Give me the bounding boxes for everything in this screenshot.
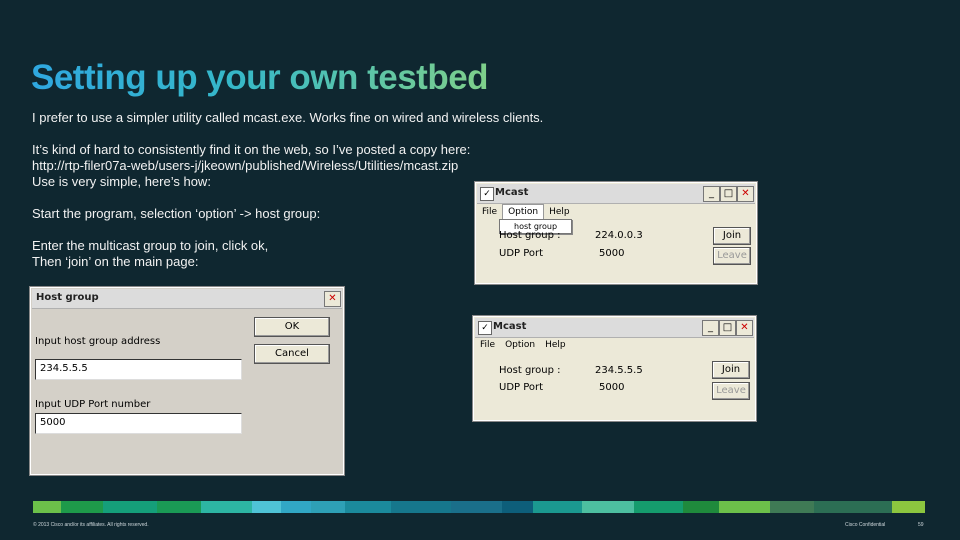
mcast-window-top: ✓ Mcast _ □ ✕ File Option Help host group … [474,181,758,285]
intro-text: I prefer to use a simpler utility called… [32,110,544,125]
strip-segment [582,501,634,513]
strip-segment [633,501,683,513]
menu-option[interactable]: Option [502,204,545,220]
window-title: Mcast [493,321,527,332]
strip-segment [252,501,281,513]
maximize-icon[interactable]: □ [719,320,736,336]
dialog-title: Host group [36,292,99,303]
page-number: 59 [918,522,924,528]
app-icon: ✓ [478,321,492,335]
join-button[interactable]: Join [712,361,750,379]
strip-segment [280,501,312,513]
close-icon[interactable]: ✕ [736,320,753,336]
step-enter-text: Enter the multicast group to join, click… [32,238,269,253]
udp-port-value: 5000 [599,382,625,393]
menu-file[interactable]: File [475,338,500,352]
leave-button[interactable]: Leave [712,382,750,400]
menu-help[interactable]: Help [540,338,571,352]
strip-segment [33,501,62,513]
usage-text: Use is very simple, here’s how: [32,174,211,189]
mcast-titlebar[interactable]: ✓ Mcast _ □ ✕ [477,184,755,204]
copyright-text: © 2013 Cisco and/or its affiliates. All … [33,522,149,528]
host-group-address-input[interactable]: 234.5.5.5 [35,359,242,380]
dialog-titlebar[interactable]: Host group ✕ [32,289,342,309]
strip-segment [156,501,201,513]
menu-option[interactable]: Option [500,338,540,352]
strip-segment [102,501,157,513]
host-group-value: 234.5.5.5 [595,365,643,376]
strip-segment [891,501,926,513]
footer-color-strip [33,501,926,513]
join-button[interactable]: Join [713,227,751,245]
strip-segment [311,501,345,513]
strip-segment [344,501,392,513]
strip-segment [770,501,815,513]
menu-file[interactable]: File [477,205,502,219]
mcast-titlebar[interactable]: ✓ Mcast _ □ ✕ [475,318,754,338]
address-label: Input host group address [35,336,161,347]
slide-title: Setting up your own testbed [31,58,489,97]
close-icon[interactable]: ✕ [324,291,341,307]
close-icon[interactable]: ✕ [737,186,754,202]
leave-button[interactable]: Leave [713,247,751,265]
host-group-value: 224.0.0.3 [595,230,643,241]
udp-port-input[interactable]: 5000 [35,413,242,434]
strip-segment [200,501,253,513]
strip-segment [682,501,719,513]
download-url[interactable]: http://rtp-filer07a-web/users-j/jkeown/p… [32,158,458,174]
menu-help[interactable]: Help [544,205,575,219]
menu-bar: File Option Help [475,338,754,354]
minimize-icon[interactable]: _ [703,186,720,202]
web-note-text: It’s kind of hard to consistently find i… [32,142,471,157]
minimize-icon[interactable]: _ [702,320,719,336]
port-label: Input UDP Port number [35,399,151,410]
step-join-text: Then ‘join’ on the main page: [32,254,199,269]
confidential-text: Cisco Confidential [845,522,886,528]
window-title: Mcast [495,187,529,198]
strip-segment [502,501,534,513]
strip-segment [61,501,103,513]
ok-button[interactable]: OK [254,317,330,337]
strip-segment [718,501,771,513]
host-group-label: Host group : [499,365,561,376]
cancel-button[interactable]: Cancel [254,344,330,364]
strip-segment [450,501,503,513]
udp-port-label: UDP Port [499,382,544,393]
strip-segment [814,501,892,513]
strip-segment [533,501,583,513]
app-icon: ✓ [480,187,494,201]
host-group-label: Host group : [499,230,561,241]
strip-segment [391,501,451,513]
menu-bar: File Option Help [477,204,755,220]
step-start-text: Start the program, selection ‘option’ ->… [32,206,321,221]
mcast-window-bottom: ✓ Mcast _ □ ✕ File Option Help Host group … [472,315,757,422]
host-group-dialog: Host group ✕ OK Cancel Input host group … [29,286,345,476]
udp-port-value: 5000 [599,248,625,259]
maximize-icon[interactable]: □ [720,186,737,202]
udp-port-label: UDP Port [499,248,544,259]
